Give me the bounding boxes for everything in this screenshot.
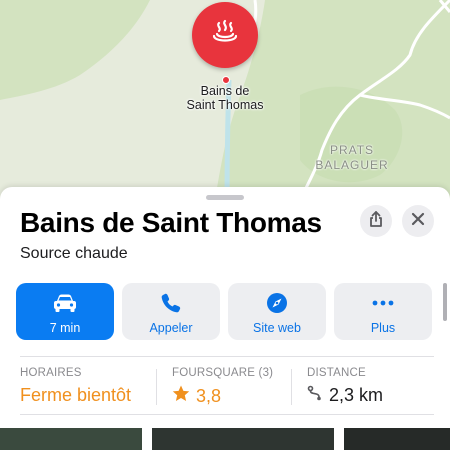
more-button[interactable]: Plus bbox=[334, 283, 432, 340]
call-label: Appeler bbox=[149, 321, 193, 335]
sheet-grabber-handle[interactable] bbox=[206, 195, 244, 200]
rating-row: 3,8 bbox=[172, 385, 273, 407]
rating-value: 3,8 bbox=[196, 385, 222, 406]
pin-label-line2: Saint Thomas bbox=[186, 98, 264, 112]
pin-label-line1: Bains de bbox=[200, 84, 250, 98]
photo-thumbnail[interactable] bbox=[0, 428, 142, 450]
directions-label: 7 min bbox=[49, 321, 81, 335]
divider bbox=[20, 356, 434, 357]
star-icon bbox=[172, 385, 190, 407]
place-card-sheet: Bains de Saint Thomas Source chaude 7 mi… bbox=[0, 187, 450, 450]
close-icon bbox=[411, 212, 425, 231]
map-pin-label: Bains de Saint Thomas bbox=[160, 84, 290, 112]
hot-spring-icon bbox=[208, 16, 242, 55]
map-view[interactable]: Bains de Saint Thomas PRATS BALAGUER bbox=[0, 0, 450, 201]
share-button[interactable] bbox=[360, 205, 392, 237]
compass-icon bbox=[266, 291, 288, 315]
divider bbox=[156, 369, 157, 405]
place-title: Bains de Saint Thomas bbox=[20, 207, 322, 238]
map-place-label: PRATS BALAGUER bbox=[312, 143, 392, 173]
map-pin-anchor bbox=[222, 76, 230, 84]
website-label: Site web bbox=[253, 321, 301, 335]
place-label-line1: PRATS bbox=[329, 143, 375, 157]
directions-button[interactable]: 7 min bbox=[16, 283, 114, 340]
close-button[interactable] bbox=[402, 205, 434, 237]
distance-section: DISTANCE 2,3 km bbox=[307, 367, 383, 406]
car-icon bbox=[52, 291, 78, 315]
distance-header: DISTANCE bbox=[307, 367, 366, 379]
more-label: Plus bbox=[370, 321, 396, 335]
hours-header: HORAIRES bbox=[20, 367, 82, 379]
phone-icon bbox=[160, 291, 182, 315]
distance-row: 2,3 km bbox=[307, 385, 383, 406]
photo-thumbnail[interactable] bbox=[344, 428, 450, 450]
share-icon bbox=[367, 210, 385, 233]
scrollbar[interactable] bbox=[443, 283, 447, 321]
distance-value: 2,3 km bbox=[329, 385, 384, 405]
divider bbox=[291, 369, 292, 405]
photo-thumbnail[interactable] bbox=[152, 428, 334, 450]
hours-value: Ferme bientôt bbox=[20, 385, 132, 405]
more-icon bbox=[372, 291, 394, 315]
call-button[interactable]: Appeler bbox=[122, 283, 220, 340]
hours-section[interactable]: HORAIRES Ferme bientôt bbox=[20, 367, 131, 406]
place-label-line2: BALAGUER bbox=[315, 158, 389, 172]
divider bbox=[20, 414, 434, 415]
action-buttons-row: 7 min Appeler Site web Plus bbox=[16, 283, 434, 340]
rating-header: FOURSQUARE (3) bbox=[172, 367, 274, 379]
website-button[interactable]: Site web bbox=[228, 283, 326, 340]
place-category: Source chaude bbox=[20, 245, 128, 262]
map-pin[interactable] bbox=[192, 2, 258, 68]
route-icon bbox=[307, 385, 323, 406]
rating-section[interactable]: FOURSQUARE (3) 3,8 bbox=[172, 367, 273, 407]
